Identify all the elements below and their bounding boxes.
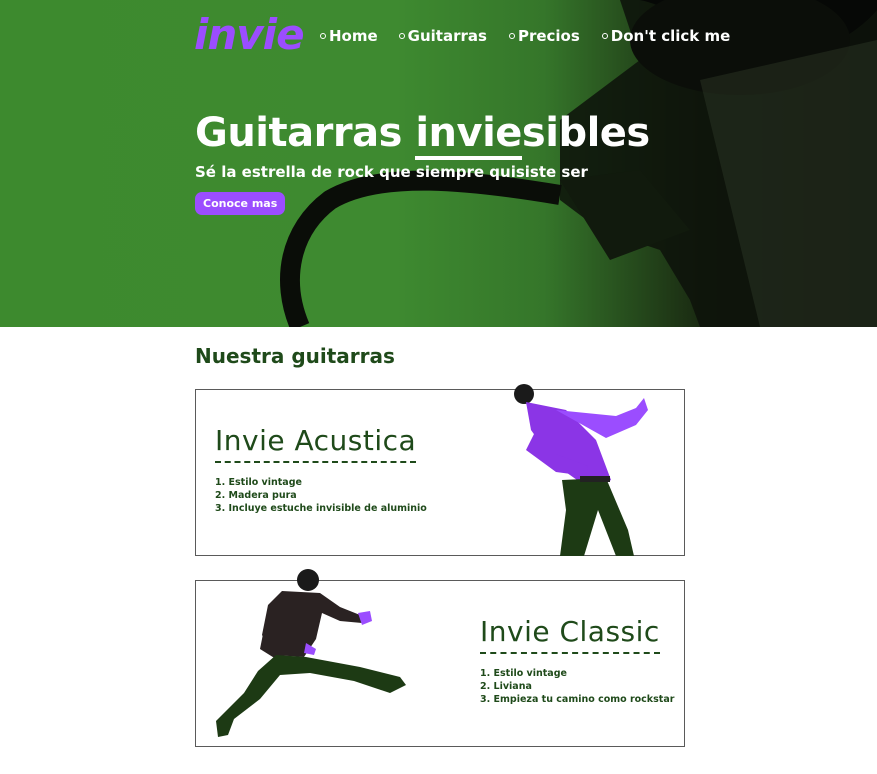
list-item: 1. Estilo vintage (215, 477, 302, 488)
card-title: Invie Acustica (215, 424, 417, 463)
guitar-card-classic: Invie Classic 1. Estilo vintage 2. Livia… (195, 569, 685, 747)
nav-dont-click[interactable]: Don't click me (601, 27, 731, 45)
nav-dont-click-label: Don't click me (610, 27, 731, 45)
nav-home[interactable]: Home (320, 27, 378, 45)
list-item: 3. Empieza tu camino como rockstar (480, 694, 675, 705)
section-title: Nuestra guitarras (195, 344, 395, 368)
hero-subtitle: Sé la estrella de rock que siempre quisi… (195, 163, 588, 181)
nav-guitarras-label: Guitarras (407, 27, 487, 45)
list-item: 3. Incluye estuche invisible de aluminio (215, 503, 427, 514)
bullet-icon (320, 33, 326, 39)
hero-title-pre: Guitarras (195, 110, 416, 156)
invie-logo[interactable]: invie (194, 10, 305, 59)
nav-precios[interactable]: Precios (508, 27, 580, 45)
bullet-icon (398, 33, 405, 39)
conoce-mas-button[interactable]: Conoce mas (195, 192, 286, 215)
main-nav: Home Guitarras Precios Don't click me (320, 27, 752, 45)
rockstar-photo-1 (514, 384, 648, 556)
rockstar-photo-2 (216, 569, 406, 737)
nav-guitarras[interactable]: Guitarras (398, 27, 487, 45)
guitar-card-acustica: Invie Acustica 1. Estilo vintage 2. Made… (195, 384, 685, 556)
card-title: Invie Classic (480, 615, 660, 654)
hero-banner: invie Home Guitarras Precios Don't click… (0, 0, 877, 327)
hero-title-underlined: invie (415, 110, 522, 160)
nav-home-label: Home (329, 27, 378, 45)
nav-precios-label: Precios (517, 27, 580, 45)
list-item: 1. Estilo vintage (480, 668, 567, 679)
bullet-icon (601, 33, 608, 39)
list-item: 2. Liviana (480, 681, 532, 692)
feature-list: 1. Estilo vintage 2. Liviana 3. Empieza … (480, 667, 674, 706)
hero-title: Guitarras inviesibles (195, 110, 650, 160)
list-item: 2. Madera pura (215, 490, 297, 501)
bullet-icon (508, 33, 515, 39)
hero-title-post: sibles (521, 110, 650, 156)
feature-list: 1. Estilo vintage 2. Madera pura 3. Incl… (215, 476, 427, 515)
